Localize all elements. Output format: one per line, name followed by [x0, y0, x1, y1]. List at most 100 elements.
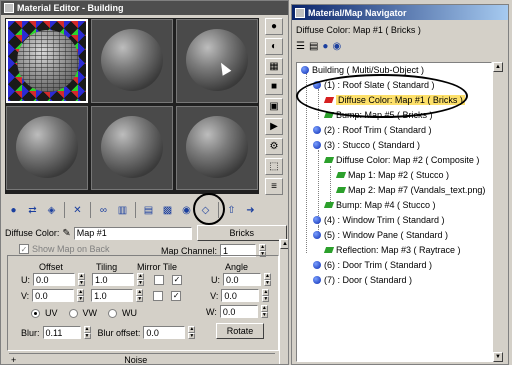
v-label: V: [21, 290, 30, 301]
map-parallelogram-icon [323, 247, 335, 253]
scroll-up-icon[interactable]: ▲ [280, 239, 288, 249]
u-angle-spinner[interactable]: ▲ ▼ [264, 273, 271, 286]
sample-uv-tiling-icon[interactable]: ■ [265, 78, 283, 95]
sphere-preview [16, 116, 78, 178]
uv-label: UV [45, 308, 58, 318]
v-row: V: 0.0 ▲ ▼ 1.0 ▲ ▼ ✓ V: 0.0 ▲ ▼ [21, 289, 270, 302]
get-material-icon[interactable]: ● [5, 202, 22, 219]
view-list-icons-icon[interactable]: ▤ [309, 41, 318, 52]
sample-slot-1[interactable] [6, 19, 88, 103]
show-map-in-viewport-icon[interactable]: ▩ [159, 202, 176, 219]
v-angle-input[interactable]: 0.0 [221, 289, 260, 302]
tree-item[interactable]: Building ( Multi/Sub-Object ) [301, 65, 424, 75]
go-forward-to-sibling-icon[interactable]: ➜ [242, 202, 259, 219]
v-offset-input[interactable]: 0.0 [32, 289, 75, 302]
assign-to-selection-icon[interactable]: ◈ [43, 202, 60, 219]
view-small-icons-icon[interactable]: ● [322, 41, 328, 52]
put-to-scene-icon[interactable]: ⇄ [24, 202, 41, 219]
v-tiling-spinner[interactable]: ▲ ▼ [136, 289, 144, 302]
mirror-tile-label: Mirror Tile [137, 262, 177, 272]
w-angle-spinner[interactable]: ▲ ▼ [260, 305, 268, 318]
blur-offset-spinner[interactable]: ▲ ▼ [188, 326, 196, 339]
blur-input[interactable]: 0.11 [42, 326, 81, 339]
tree-item[interactable]: (6) : Door Trim ( Standard ) [313, 260, 432, 270]
map-name-field[interactable]: Map #1 [73, 226, 192, 240]
map-channel-label: Map Channel: [161, 245, 218, 256]
tree-item[interactable]: (2) : Roof Trim ( Standard ) [313, 125, 432, 135]
scroll-down-icon[interactable]: ▼ [493, 352, 503, 362]
u-angle-input[interactable]: 0.0 [223, 273, 261, 286]
sample-slot-4[interactable] [6, 106, 88, 190]
tree-item[interactable]: Map 1: Map #2 ( Stucco ) [335, 170, 449, 180]
backlight-icon[interactable]: ◐ [265, 38, 283, 55]
sample-slot-6[interactable] [176, 106, 258, 190]
w-row: W: 0.0 ▲ ▼ [206, 305, 268, 318]
show-map-row: ✓ Show Map on Back [19, 244, 110, 254]
uv-radio[interactable] [31, 308, 40, 318]
v-angle-spinner[interactable]: ▲ ▼ [262, 289, 270, 302]
noise-rollout[interactable]: + Noise [9, 353, 275, 365]
navigator-titlebar[interactable]: Material/Map Navigator [292, 5, 508, 20]
pick-material-icon[interactable]: ✎ [62, 228, 70, 239]
sphere-preview [186, 116, 248, 178]
u-tiling-spinner[interactable]: ▲ ▼ [137, 273, 144, 286]
editor-scrollbar[interactable]: ▲ [279, 239, 288, 364]
blur-offset-input[interactable]: 0.0 [143, 326, 186, 339]
material-ball-icon [313, 276, 321, 284]
tree-item[interactable]: (5) : Window Pane ( Standard ) [313, 230, 448, 240]
select-by-material-icon[interactable]: ⬚ [265, 158, 283, 175]
sample-slot-3[interactable] [176, 19, 258, 103]
tree-item[interactable]: Reflection: Map #3 ( Raytrace ) [323, 245, 461, 255]
material-ball-icon [313, 231, 321, 239]
wu-radio[interactable] [108, 308, 118, 318]
v-tiling-input[interactable]: 1.0 [91, 289, 134, 302]
scroll-up-icon[interactable]: ▲ [493, 62, 503, 72]
u-offset-input[interactable]: 0.0 [33, 273, 75, 286]
options-icon[interactable]: ⚙ [265, 138, 283, 155]
sample-type-icon[interactable]: ● [265, 18, 283, 35]
make-preview-icon[interactable]: ▶ [265, 118, 283, 135]
make-unique-icon[interactable]: ∞ [95, 202, 112, 219]
show-map-on-back-checkbox[interactable]: ✓ [19, 244, 29, 254]
tree-item[interactable]: Diffuse Color: Map #2 ( Composite ) [323, 155, 479, 165]
u-tiling-input[interactable]: 1.0 [92, 273, 134, 286]
put-to-library-icon[interactable]: ▥ [114, 202, 131, 219]
u-mirror-checkbox[interactable] [154, 274, 164, 285]
video-color-check-icon[interactable]: ▣ [265, 98, 283, 115]
v-mirror-checkbox[interactable] [153, 290, 164, 301]
u-offset-spinner[interactable]: ▲ ▼ [78, 273, 85, 286]
v-tile-checkbox[interactable]: ✓ [171, 290, 182, 301]
annotation-circle-tree [296, 74, 468, 118]
w-angle-input[interactable]: 0.0 [219, 305, 258, 318]
tree-item[interactable]: (7) : Door ( Standard ) [313, 275, 412, 285]
tree-item[interactable]: Map 2: Map #7 (Vandals_text.png) [335, 185, 485, 195]
w-angle-label: W: [206, 306, 217, 317]
sample-slot-2[interactable] [91, 19, 173, 103]
tree-item[interactable]: (3) : Stucco ( Standard ) [313, 140, 420, 150]
material-editor-app-icon [4, 3, 14, 13]
map-type-button[interactable]: Bricks [196, 225, 287, 241]
noise-label: Noise [124, 355, 148, 365]
tree-item[interactable]: (4) : Window Trim ( Standard ) [313, 215, 445, 225]
v-offset-spinner[interactable]: ▲ ▼ [77, 289, 85, 302]
view-large-icons-icon[interactable]: ◉ [332, 41, 341, 52]
blur-spinner[interactable]: ▲ ▼ [83, 326, 91, 339]
material-map-navigator-icon[interactable]: ≡ [265, 178, 283, 195]
vw-radio[interactable] [68, 308, 78, 318]
rollout-expand-icon: + [11, 355, 17, 365]
material-effects-channel-icon[interactable]: ▤ [140, 202, 157, 219]
diffuse-row: Diffuse Color: ✎ Map #1 Bricks [5, 225, 287, 241]
material-editor-titlebar[interactable]: Material Editor - Building [1, 1, 288, 15]
reset-map-icon[interactable]: ✕ [69, 202, 86, 219]
rotate-button[interactable]: Rotate [216, 323, 264, 339]
go-to-parent-icon[interactable]: ⇧ [223, 202, 240, 219]
sample-slots-grid [5, 18, 259, 194]
view-list-icon[interactable]: ☰ [296, 41, 305, 52]
tree-item[interactable]: Bump: Map #4 ( Stucco ) [323, 200, 436, 210]
sphere-preview [101, 29, 163, 91]
material-ball-icon [313, 141, 321, 149]
u-tile-checkbox[interactable]: ✓ [172, 274, 182, 285]
navigator-scrollbar[interactable]: ▲ ▼ [492, 62, 503, 362]
background-checker-icon[interactable]: ▦ [265, 58, 283, 75]
sample-slot-5[interactable] [91, 106, 173, 190]
